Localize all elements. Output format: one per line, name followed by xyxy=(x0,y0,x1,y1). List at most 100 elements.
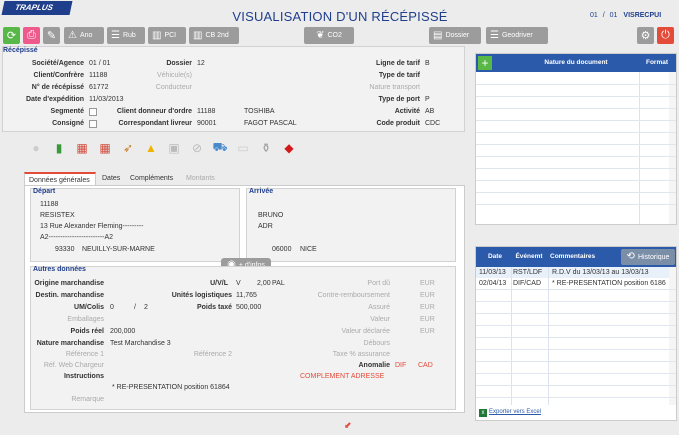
activite-value: AB xyxy=(425,108,435,115)
code-produit-label: Code produit xyxy=(376,120,420,127)
refresh-button[interactable]: ⟳ xyxy=(3,27,20,44)
refresh-icon: ⟳ xyxy=(6,30,17,42)
um-value: 0 xyxy=(110,304,114,311)
valeur-declaree-label: Valeur déclarée xyxy=(341,328,390,335)
geodriver-button[interactable]: ☰ Geodriver xyxy=(486,27,548,44)
instructions-value: * RE-PRESENTATION position 61864 xyxy=(112,384,230,391)
dossier-button[interactable]: ▤ Dossier xyxy=(429,27,481,44)
pci-button[interactable]: ▥ PCI xyxy=(148,27,186,44)
page-title: VISUALISATION D'UN RÉCÉPISSÉ xyxy=(232,9,448,24)
resize-icon[interactable]: ⬋ xyxy=(344,420,352,431)
taxe-assurance-label: Taxe % assurance xyxy=(332,351,390,358)
emballages-label: Emballages xyxy=(67,316,104,323)
warning-triangle-icon[interactable]: ▲ xyxy=(143,140,159,156)
depart-city: NEUILLY-SUR-MARNE xyxy=(82,246,155,253)
activite-label: Activité xyxy=(394,108,420,115)
consigne-checkbox[interactable] xyxy=(89,120,97,128)
dossier-value: 12 xyxy=(197,60,205,67)
valeur-currency: EUR xyxy=(420,316,435,323)
unites-label: Unités logistiques xyxy=(171,292,232,299)
valeur-declaree-currency: EUR xyxy=(420,328,435,335)
ano-button[interactable]: ⚠ Ano xyxy=(64,27,104,44)
arrivee-cp: 06000 xyxy=(272,246,292,253)
battery-icon[interactable]: ▮ xyxy=(51,140,67,156)
bottle-icon[interactable]: ⚱ xyxy=(258,140,274,156)
num-recepisse-label: N° de récépissé xyxy=(31,84,84,91)
ref-web-label: Réf. Web Chargeur xyxy=(43,362,104,369)
anomalie-label: Anomalie xyxy=(358,362,390,369)
uvl-value: V xyxy=(236,280,241,287)
unites-value: 11,765 xyxy=(236,292,257,299)
conducteur-label: Conducteur xyxy=(155,84,192,91)
valeur-label: Valeur xyxy=(370,316,390,323)
remarque-label: Remarque xyxy=(71,396,104,403)
excel-icon[interactable]: x xyxy=(479,409,487,417)
arrivee-title: Arrivée xyxy=(249,188,274,195)
status-icon-row: ● ▮ ▦ ▦ ➶ ▲ ▣ ⊘ ⛟ ▭ ⚱ ◆ xyxy=(28,140,297,156)
autres-panel xyxy=(30,266,456,410)
co2-button[interactable]: ❦ CO2 xyxy=(304,27,354,44)
poids-reel-value: 200,000 xyxy=(110,328,136,335)
export-excel-link[interactable]: Exporter vers Excel xyxy=(489,409,541,415)
history-button[interactable]: ⟲ Historique xyxy=(621,249,675,265)
um-colis-label: UM/Colis xyxy=(74,304,104,311)
link-button[interactable]: ✎ xyxy=(43,27,60,44)
barcode-icon: ▥ xyxy=(193,29,203,41)
anomalie-value-1: DIF xyxy=(395,362,407,369)
event-row[interactable]: 02/04/13 DIF/CAD * RE-PRESENTATION posit… xyxy=(476,278,669,289)
correspondant-code: 90001 xyxy=(197,120,217,127)
cb2nd-button[interactable]: ▥ CB 2nd xyxy=(189,27,239,44)
page-separator: / xyxy=(602,12,605,19)
cb2nd-label: CB 2nd xyxy=(205,32,229,39)
calendar-icon[interactable]: ▦ xyxy=(74,140,90,156)
warning-icon: ⚠ xyxy=(68,29,77,41)
quit-button[interactable]: ⏻ xyxy=(657,27,674,44)
pager: 01 / 01 VISRECPUI xyxy=(590,12,661,19)
col-comment: Commentaires xyxy=(550,253,610,260)
col-divider xyxy=(639,72,640,224)
rub-button[interactable]: ☰ Rub xyxy=(107,27,145,44)
page-current: 01 xyxy=(590,12,598,19)
tab-montants[interactable]: Montants xyxy=(182,172,220,186)
depart-a2: A2------------------------A2 xyxy=(40,234,114,241)
vehicule-label: Véhicule(s) xyxy=(156,72,192,79)
tab-dates[interactable]: Dates xyxy=(98,172,124,186)
dossier-label: Dossier xyxy=(445,32,470,39)
history-label: Historique xyxy=(637,253,670,261)
rub-label: Rub xyxy=(122,32,136,39)
tab-donnees-generales[interactable]: Données générales xyxy=(24,172,96,186)
segmente-checkbox[interactable] xyxy=(89,108,97,116)
print-button[interactable]: ⎙ xyxy=(23,27,40,44)
num-recepisse-value: 61772 xyxy=(89,84,109,91)
settings-button[interactable]: ⚙ xyxy=(637,27,654,44)
leaf-icon: ❦ xyxy=(316,29,325,41)
arrivee-extra: ADR xyxy=(258,223,273,230)
event-row[interactable]: 11/03/13 RST/LDF R.D.V du 13/03/13 au 13… xyxy=(476,267,669,278)
hazard-diamond-icon[interactable]: ◆ xyxy=(281,140,297,156)
truck-icon[interactable]: ⛟ xyxy=(212,140,228,156)
document-icon[interactable]: ▭ xyxy=(235,140,251,156)
pal-value: 2,00 xyxy=(257,280,271,287)
tab-complements[interactable]: Compléments xyxy=(126,172,180,186)
date-expedition-label: Date d'expédition xyxy=(25,96,84,103)
app-logo: TRAPLUS xyxy=(1,1,73,15)
poids-taxe-label: Poids taxé xyxy=(196,304,232,311)
port-du-currency: EUR xyxy=(420,280,435,287)
poids-taxe-value: 500,000 xyxy=(236,304,262,311)
col-event: Événemt xyxy=(513,253,545,260)
ano-label: Ano xyxy=(79,32,93,39)
forbidden-icon[interactable]: ⊘ xyxy=(189,140,205,156)
dossier-label-field: Dossier xyxy=(166,60,192,67)
tag-icon[interactable]: ➶ xyxy=(120,140,136,156)
document-scrollbar[interactable] xyxy=(669,72,676,224)
um-separator: / xyxy=(134,304,136,311)
check-circle-icon[interactable]: ● xyxy=(28,140,44,156)
clock-icon: ⟲ xyxy=(626,251,635,262)
depart-title: Départ xyxy=(33,188,56,195)
calendar-check-icon[interactable]: ▦ xyxy=(97,140,113,156)
package-icon[interactable]: ▣ xyxy=(166,140,182,156)
colis-value: 2 xyxy=(144,304,148,311)
event-comment: * RE-PRESENTATION position 6186 xyxy=(552,280,666,287)
plus-icon: + xyxy=(481,56,489,70)
add-document-button[interactable]: + xyxy=(478,56,492,70)
